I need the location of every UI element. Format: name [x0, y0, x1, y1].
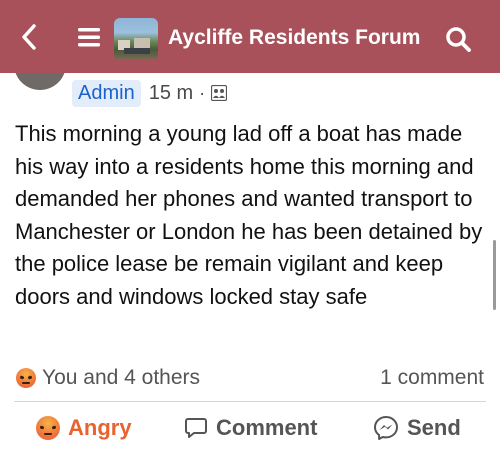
- comment-icon: [185, 418, 207, 438]
- reactions-summary[interactable]: You and 4 others: [16, 366, 200, 390]
- action-bar: Angry Comment Send: [0, 408, 500, 448]
- comment-button[interactable]: Comment: [184, 408, 317, 448]
- angry-label: Angry: [68, 415, 132, 440]
- group-title[interactable]: Aycliffe Residents Forum: [168, 26, 420, 50]
- meta-separator: ·: [199, 82, 206, 103]
- app-header: Aycliffe Residents Forum: [0, 0, 500, 73]
- angry-reaction-button[interactable]: Angry: [36, 408, 132, 448]
- comments-count[interactable]: 1 comment: [380, 366, 484, 390]
- comment-label: Comment: [216, 415, 318, 440]
- divider: [14, 401, 486, 402]
- send-label: Send: [407, 415, 461, 440]
- send-button[interactable]: Send: [373, 408, 461, 448]
- group-cover-image[interactable]: [114, 18, 158, 60]
- messenger-icon: [374, 416, 398, 440]
- angry-emoji-icon: [16, 368, 36, 388]
- post-text: This morning a young lad off a boat has …: [15, 121, 483, 309]
- admin-badge[interactable]: Admin: [72, 79, 141, 107]
- chevron-left-icon[interactable]: [14, 22, 44, 52]
- reactions-text: You and 4 others: [42, 366, 201, 389]
- post-meta: Admin 15 m ·: [72, 78, 228, 108]
- post-time[interactable]: 15 m: [149, 82, 193, 105]
- group-audience-icon: [211, 84, 228, 102]
- hamburger-menu-icon[interactable]: [74, 22, 104, 52]
- angry-emoji-icon: [36, 416, 60, 440]
- scrollbar[interactable]: [493, 240, 496, 310]
- search-icon[interactable]: [441, 22, 475, 56]
